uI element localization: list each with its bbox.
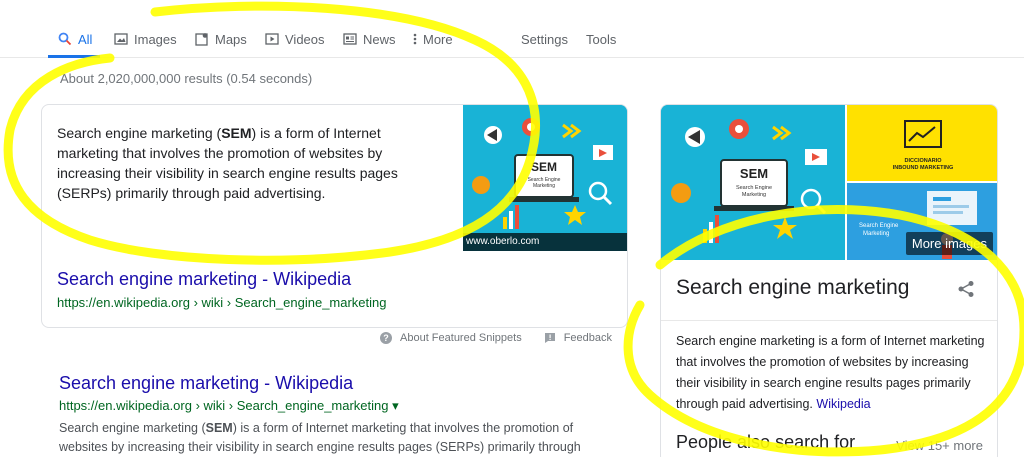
snippet-image[interactable]: SEM Search Engine Marketing www.oberlo.c… <box>463 105 627 251</box>
search-icon <box>58 32 72 46</box>
result-stats: About 2,020,000,000 results (0.54 second… <box>60 71 313 86</box>
svg-text:SEM: SEM <box>740 166 768 181</box>
tab-all-label: All <box>78 31 93 47</box>
snippet-footer: ? About Featured Snippets Feedback <box>380 332 612 344</box>
result-url[interactable]: https://en.wikipedia.org › wiki › Search… <box>59 398 619 414</box>
feedback-icon <box>544 333 555 343</box>
more-icon <box>413 33 417 45</box>
svg-text:Search Engine: Search Engine <box>859 223 899 229</box>
image-source-caption: www.oberlo.com <box>463 233 627 251</box>
search-result: Search engine marketing - Wikipedia http… <box>59 372 619 457</box>
video-icon <box>265 33 279 45</box>
snippet-title-link[interactable]: Search engine marketing - Wikipedia <box>57 269 351 290</box>
kp-image-yellow[interactable]: DICCIONARIO INBOUND MARKETING <box>847 105 997 181</box>
people-also-search-heading: People also search for <box>676 432 856 452</box>
about-featured-snippets-label: About Featured Snippets <box>400 332 522 344</box>
snippet-text: Search engine marketing (SEM) is a form … <box>57 125 398 201</box>
tab-images-label: Images <box>134 31 177 47</box>
result-description: Search engine marketing (SEM) is a form … <box>59 421 581 454</box>
svg-text:Search Engine: Search Engine <box>736 185 772 191</box>
tab-more[interactable]: More <box>413 30 453 48</box>
more-images-button[interactable]: More images <box>905 232 993 255</box>
kp-main-image[interactable]: SEM Search Engine Marketing <box>661 105 845 260</box>
feedback-label: Feedback <box>563 332 613 344</box>
tab-news[interactable]: News <box>343 30 396 48</box>
tab-images[interactable]: Images <box>114 30 177 48</box>
snippet-url: https://en.wikipedia.org › wiki › Search… <box>57 295 387 310</box>
map-icon <box>195 33 208 46</box>
tab-videos-label: Videos <box>285 31 325 47</box>
kp-yellow-graphic: DICCIONARIO INBOUND MARKETING <box>893 120 954 171</box>
svg-text:Marketing: Marketing <box>863 231 889 237</box>
kp-description: Search engine marketing is a form of Int… <box>676 334 985 411</box>
wikipedia-link[interactable]: Wikipedia <box>816 397 870 411</box>
view-more-link[interactable]: View 15+ more <box>896 438 983 453</box>
result-title-link[interactable]: Search engine marketing - Wikipedia <box>59 372 619 394</box>
svg-text:?: ? <box>383 333 389 343</box>
knowledge-panel: SEM Search Engine Marketing DICCIONARIO … <box>660 104 998 457</box>
tab-maps[interactable]: Maps <box>195 30 247 48</box>
search-tabs-bar: All Images Maps Videos News More Setting… <box>0 0 1024 58</box>
tools-label: Tools <box>586 31 617 47</box>
kp-sem-infographic: SEM Search Engine Marketing <box>661 105 845 260</box>
news-icon <box>343 33 357 45</box>
featured-snippet: Search engine marketing (SEM) is a form … <box>41 104 628 328</box>
image-icon <box>114 33 128 45</box>
tab-news-label: News <box>363 31 396 47</box>
kp-divider <box>661 320 997 321</box>
tab-videos[interactable]: Videos <box>265 30 325 48</box>
about-featured-snippets[interactable]: ? About Featured Snippets <box>380 332 522 344</box>
settings-label: Settings <box>521 31 568 47</box>
active-tab-indicator <box>48 55 100 58</box>
settings-link[interactable]: Settings <box>521 30 568 48</box>
tab-all[interactable]: All <box>58 30 92 48</box>
svg-text:INBOUND MARKETING: INBOUND MARKETING <box>893 165 954 171</box>
feedback-link[interactable]: Feedback <box>544 332 612 344</box>
svg-text:DICCIONARIO: DICCIONARIO <box>905 158 943 164</box>
svg-text:Marketing: Marketing <box>533 183 555 189</box>
tab-more-label: More <box>423 31 453 47</box>
tools-link[interactable]: Tools <box>586 30 616 48</box>
svg-text:SEM: SEM <box>531 160 557 174</box>
sem-infographic: SEM Search Engine Marketing <box>463 105 627 251</box>
share-icon[interactable] <box>957 280 975 298</box>
kp-title: Search engine marketing <box>676 276 910 299</box>
tab-maps-label: Maps <box>215 31 247 47</box>
help-icon: ? <box>380 332 392 344</box>
svg-text:Marketing: Marketing <box>742 192 766 198</box>
